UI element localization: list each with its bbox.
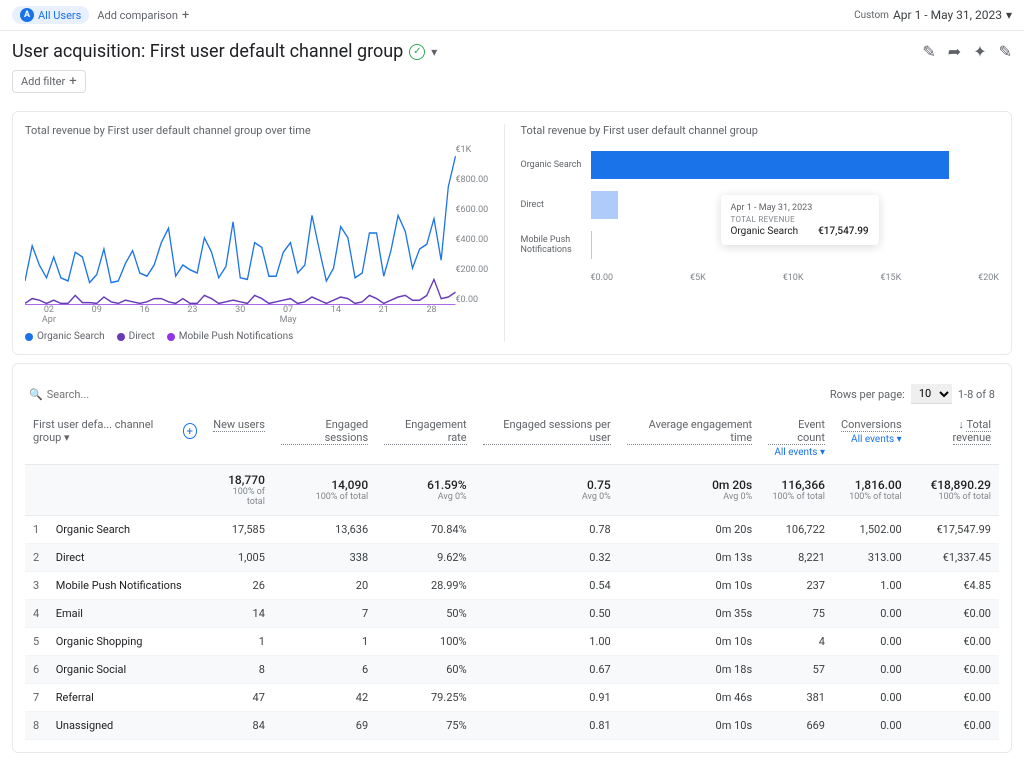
bar-chart-pane: Total revenue by First user default chan… [504,124,1000,342]
line-chart-pane: Total revenue by First user default chan… [25,124,504,342]
totals-row: 18,770100% of total14,090100% of total61… [25,465,999,516]
chart-tooltip: Apr 1 - May 31, 2023 TOTAL REVENUE Organ… [721,195,879,245]
date-range-picker[interactable]: Custom Apr 1 - May 31, 2023 ▾ [854,8,1012,22]
chevron-down-icon[interactable]: ▾ [431,45,437,59]
table-row[interactable]: 2 Direct1,0053389.62%0.320m 13s8,221313.… [25,544,999,572]
bar-row[interactable]: Organic Search [521,145,1000,185]
line-chart[interactable]: €1K€800.00€600.00€400.00€200.00€0.00 02A… [25,145,504,325]
bar-chart-title: Total revenue by First user default chan… [521,124,1000,137]
customize-report-icon[interactable]: ✎ [922,42,935,61]
titlebar: User acquisition: First user default cha… [0,31,1024,66]
search-icon: 🔍 [29,388,43,401]
page-title: User acquisition: First user default cha… [12,41,437,62]
x-axis-labels: 02Apr0916233007May142128 [25,305,456,325]
filterbar: Add filter + [0,66,1024,103]
search-input[interactable] [47,388,247,401]
add-dimension-button[interactable]: + [183,423,197,439]
table-row[interactable]: 3 Mobile Push Notifications262028.99%0.5… [25,572,999,600]
legend-item[interactable]: Organic Search [25,331,105,342]
table-search[interactable]: 🔍 [29,388,830,401]
data-table: First user defa... channel group ▾+New u… [25,412,999,740]
rows-per-page-select[interactable]: 10 [911,384,952,404]
bar-x-labels: €0.00€5K€10K€15K€20K [591,273,1000,283]
add-comparison-button[interactable]: Add comparison + [97,8,189,23]
topbar: A All Users Add comparison + Custom Apr … [0,0,1024,31]
all-users-pill[interactable]: A All Users [12,6,89,24]
table-row[interactable]: 8 Unassigned846975%0.810m 10s6690.00€0.0… [25,712,999,740]
column-header[interactable]: New users [205,412,273,465]
check-circle-icon: ✓ [409,44,425,60]
column-header[interactable]: Engaged sessions per user [475,412,619,465]
all-users-label: All Users [38,9,81,22]
table-row[interactable]: 4 Email14750%0.500m 35s750.00€0.00 [25,600,999,628]
charts-card: Total revenue by First user default chan… [12,111,1012,355]
table-card: 🔍 Rows per page: 10 1-8 of 8 First user … [12,363,1012,753]
column-header[interactable]: ↓ Total revenue [910,412,999,465]
plus-icon: + [182,8,189,23]
line-chart-legend: Organic Search Direct Mobile Push Notifica… [25,331,504,342]
share-icon[interactable]: ➦ [948,42,961,61]
edit-icon[interactable]: ✎ [999,42,1012,61]
chevron-down-icon: ▾ [1006,8,1012,22]
legend-item[interactable]: Mobile Push Notifications [167,331,294,342]
table-row[interactable]: 5 Organic Shopping11100%1.000m 10s40.00€… [25,628,999,656]
column-header[interactable]: Engagement rate [376,412,474,465]
line-chart-svg [25,145,456,305]
bar-chart[interactable]: Organic SearchDirectMobile Push Notifica… [521,145,1000,325]
rows-per-page-label: Rows per page: [830,388,905,401]
column-header[interactable]: Engaged sessions [273,412,376,465]
page-info: 1-8 of 8 [958,388,995,401]
column-header[interactable]: ConversionsAll events ▾ [833,412,910,465]
column-header[interactable]: Event countAll events ▾ [760,412,833,465]
y-axis-labels: €1K€800.00€600.00€400.00€200.00€0.00 [456,145,504,305]
audience-badge: A [20,8,34,22]
metric-dropdown[interactable]: All events ▾ [774,447,825,458]
title-actions: ✎ ➦ ✦ ✎ [922,42,1012,61]
first-column-header[interactable]: First user defa... channel group ▾+ [25,412,205,465]
plus-icon: + [69,74,76,89]
column-header[interactable]: Average engagement time [619,412,760,465]
line-chart-title: Total revenue by First user default chan… [25,124,504,137]
table-row[interactable]: 6 Organic Social8660%0.670m 18s570.00€0.… [25,656,999,684]
legend-item[interactable]: Direct [117,331,155,342]
table-row[interactable]: 1 Organic Search17,58513,63670.84%0.780m… [25,516,999,544]
add-filter-button[interactable]: Add filter + [12,70,86,93]
metric-dropdown[interactable]: All events ▾ [851,434,902,445]
insights-icon[interactable]: ✦ [973,42,986,61]
table-row[interactable]: 7 Referral474279.25%0.910m 46s3810.00€0.… [25,684,999,712]
